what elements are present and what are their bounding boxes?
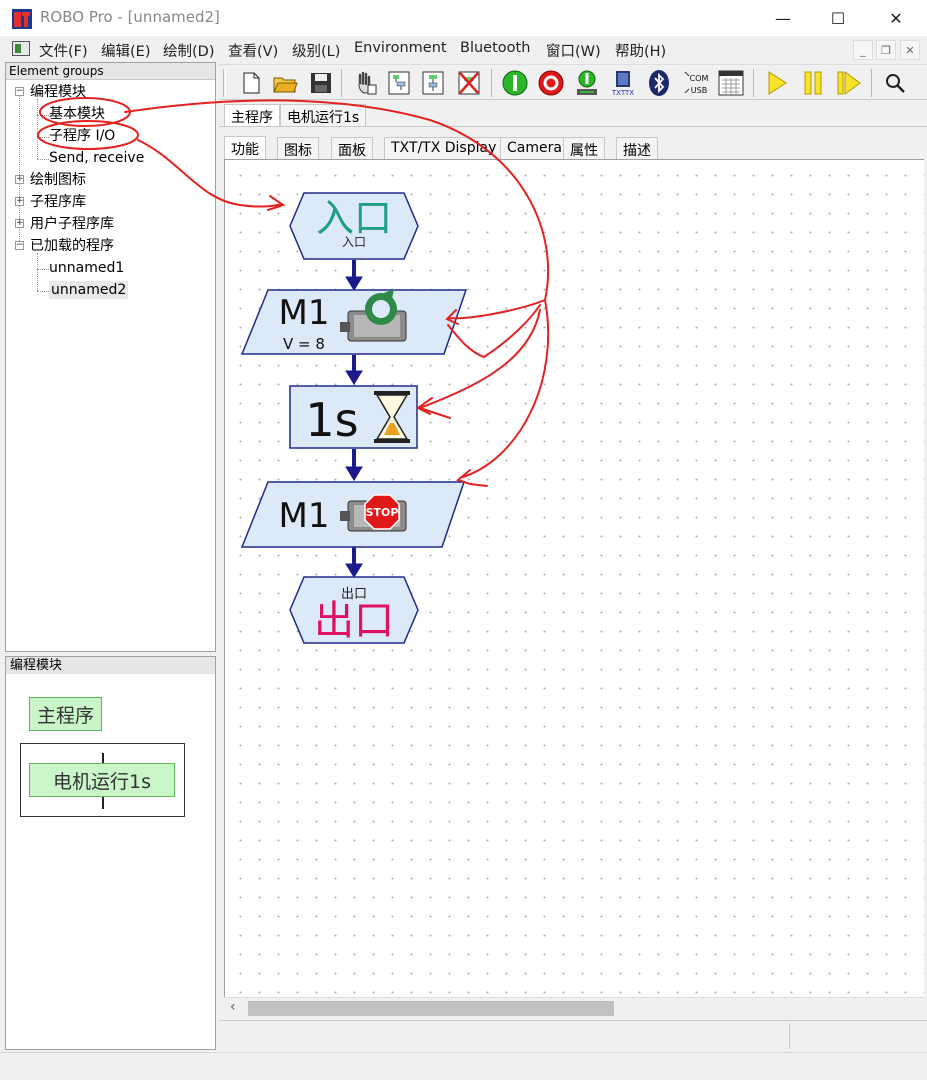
bottom-status-bar [0,1052,927,1080]
wait-block[interactable]: 1s [289,385,418,449]
subprogram-2-icon[interactable] [419,69,447,97]
tab-txt-tx-display[interactable]: TXT/TX Display [384,137,504,159]
tree-item-basic-blocks[interactable]: 基本模块 [49,105,105,123]
motor-run-block[interactable]: M1 V = 8 [240,289,468,355]
minimize-button[interactable]: — [755,0,811,36]
menu-view[interactable]: 查看(V) [228,40,278,61]
subprogram-output-pin [102,797,104,809]
motor-stop-block[interactable]: M1 STOP [240,481,466,548]
blocks-pane-header: 编程模块 [6,657,215,674]
collapse-toggle-icon[interactable]: − [15,241,24,250]
entry-big-label: 入口 [316,196,392,240]
menu-bluetooth[interactable]: Bluetooth [460,40,530,56]
exit-block[interactable]: 出口 出口 [289,576,419,644]
menu-help[interactable]: 帮助(H) [615,40,666,61]
title-bar: ROBO Pro - [unnamed2] — ☐ ✕ [0,0,927,36]
tab-description[interactable]: 描述 [616,137,658,159]
tab-main-program[interactable]: 主程序 [224,104,280,126]
window-title: ROBO Pro - [unnamed2] [40,8,220,26]
close-button[interactable]: ✕ [868,0,924,36]
horizontal-scrollbar[interactable]: ‹ [224,997,924,1017]
maximize-button[interactable]: ☐ [810,0,866,36]
exit-big-label: 出口 [314,598,394,644]
com-label: COM [690,74,709,83]
toolbar: TXTTX COM USB [219,64,927,100]
tree-item-loaded-programs[interactable]: 已加载的程序 [30,237,114,255]
wait-time-label: 1s [305,393,358,447]
tree-item-user-library[interactable]: 用户子程序库 [30,215,114,233]
mdi-minimize-button[interactable]: _ [853,40,873,60]
txt-tx-icon[interactable]: TXTTX [609,69,637,97]
mdi-restore-button[interactable]: ❐ [876,40,896,60]
document-window-icon[interactable] [12,41,30,56]
tab-properties[interactable]: 属性 [563,137,605,159]
zoom-icon[interactable] [881,69,909,97]
save-icon[interactable] [307,69,335,97]
tab-function[interactable]: 功能 [224,136,266,160]
tab-panel[interactable]: 面板 [331,137,373,159]
tree-item-programming-blocks[interactable]: 编程模块 [30,83,86,101]
pause-icon[interactable] [799,69,827,97]
status-divider [789,1023,790,1049]
scrollbar-thumb[interactable] [248,1001,614,1016]
motor-run-speed: V = 8 [283,335,325,353]
motor-run-name: M1 [279,293,330,333]
panel-icon[interactable] [717,69,745,97]
com-usb-icon[interactable]: COM USB [683,69,711,97]
tree-item-subprogram-io[interactable]: 子程序 I/O [49,127,115,145]
usb-label: USB [691,86,707,95]
tab-subprogram[interactable]: 电机运行1s [280,104,367,126]
stop-sign-label: STOP [366,506,399,519]
tree-item-send-receive[interactable]: Send, receive [49,149,144,167]
open-folder-icon[interactable] [271,69,299,97]
menu-bar: 文件(F) 编辑(E) 绘制(D) 查看(V) 级别(L) Environmen… [0,36,927,62]
collapse-toggle-icon[interactable]: − [15,87,24,96]
tree-item-unnamed2[interactable]: unnamed2 [49,281,129,299]
start-green-icon[interactable] [501,69,529,97]
expand-toggle-icon[interactable]: + [15,197,24,206]
subprogram-icon[interactable] [385,69,413,97]
bluetooth-icon[interactable] [645,69,673,97]
robo-pro-logo-icon [12,9,32,29]
tab-icon[interactable]: 图标 [277,137,319,159]
stop-red-icon[interactable] [537,69,565,97]
delete-icon[interactable] [455,69,483,97]
hand-tool-icon[interactable] [351,69,379,97]
download-icon[interactable] [573,69,601,97]
expand-toggle-icon[interactable]: + [15,175,24,184]
menu-edit[interactable]: 编辑(E) [101,40,150,61]
scroll-left-icon[interactable]: ‹ [230,999,236,1015]
mdi-close-button[interactable]: ✕ [900,40,920,60]
blocks-pane: 编程模块 主程序 电机运行1s [5,656,216,1050]
menu-level[interactable]: 级别(L) [292,40,340,61]
status-bar [219,1020,927,1050]
menu-file[interactable]: 文件(F) [39,40,88,61]
menu-draw[interactable]: 绘制(D) [163,40,214,61]
subprogram-block[interactable]: 电机运行1s [29,763,175,797]
menu-window[interactable]: 窗口(W) [546,40,601,61]
entry-block[interactable]: 入口 入口 [289,192,419,260]
tab-camera[interactable]: Camera [500,137,569,159]
main-program-block[interactable]: 主程序 [29,697,102,731]
new-file-icon[interactable] [237,69,265,97]
txt-tx-label: TXTTX [611,89,634,97]
entry-small-label: 入口 [342,235,366,249]
tree-item-subprogram-library[interactable]: 子程序库 [30,193,86,211]
element-groups-pane: Element groups − 编程模块 基本模块 子程序 I/O Send,… [5,62,216,652]
element-groups-header: Element groups [6,63,215,80]
expand-toggle-icon[interactable]: + [15,219,24,228]
tree-item-unnamed1[interactable]: unnamed1 [49,259,124,277]
tree-item-draw-icons[interactable]: 绘制图标 [30,171,86,189]
motor-stop-name: M1 [279,496,330,536]
run-icon[interactable] [763,69,791,97]
menu-environment[interactable]: Environment [354,40,447,56]
step-icon[interactable] [835,69,863,97]
flowchart: 入口 入口 M1 V = 8 1s M1 STOP 出口 出口 [240,192,468,644]
